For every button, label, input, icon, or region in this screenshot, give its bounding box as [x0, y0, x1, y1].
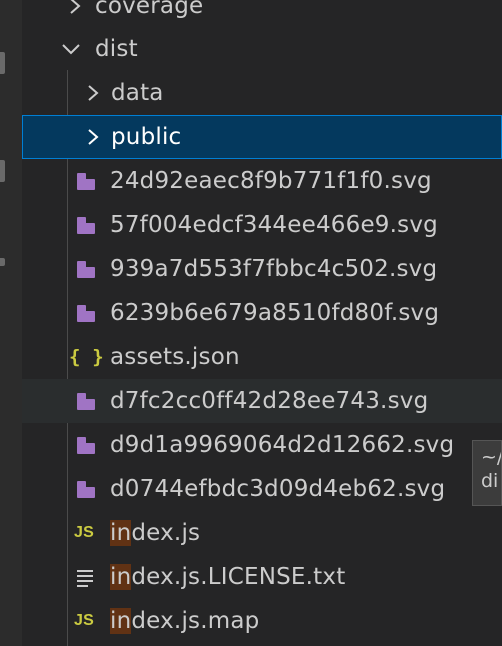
tree-item-file[interactable]: d7fc2cc0ff42d28ee743.svg: [22, 379, 502, 423]
tree-item-label: 939a7d553f7fbbc4c502.svg: [110, 256, 438, 282]
activity-indicator: [0, 160, 5, 182]
tree-item-coverage[interactable]: coverage: [22, 0, 502, 28]
tree-item-file[interactable]: index.js.LICENSE.txt: [22, 555, 502, 599]
chevron-right-icon: [82, 126, 104, 148]
chevron-right-icon: [82, 82, 104, 104]
tree-item-label: d7fc2cc0ff42d28ee743.svg: [110, 388, 429, 414]
svg-file-icon: [69, 301, 99, 325]
tree-item-label: data: [111, 80, 164, 106]
tree-item-label: d9d1a9969064d2d12662.svg: [110, 432, 455, 458]
label-rest: dex.js.LICENSE.txt: [131, 564, 346, 590]
search-match-highlight: in: [110, 608, 132, 634]
svg-file-icon: [69, 389, 99, 413]
chevron-right-icon: [64, 0, 86, 17]
svg-file-icon: [69, 169, 99, 193]
explorer-tree: coverage dist data public 24d92eaec8f9b7…: [22, 0, 502, 646]
svg-file-icon: [69, 257, 99, 281]
hover-tooltip: ~/ di: [472, 440, 502, 506]
js-file-icon: JS: [74, 612, 94, 629]
tree-item-file[interactable]: 24d92eaec8f9b771f1f0.svg: [22, 159, 502, 203]
tree-item-file[interactable]: 939a7d553f7fbbc4c502.svg: [22, 247, 502, 291]
tree-item-file[interactable]: 57f004edcf344ee466e9.svg: [22, 203, 502, 247]
label-rest: dex.js.map: [131, 608, 260, 634]
tree-item-file[interactable]: JS index.js: [22, 511, 502, 555]
svg-file-icon: [69, 213, 99, 237]
tree-item-file[interactable]: d9d1a9969064d2d12662.svg: [22, 423, 502, 467]
activity-indicator: [0, 258, 5, 266]
tooltip-line: ~/: [481, 446, 502, 468]
label-rest: dex.js: [131, 520, 201, 546]
tree-item-label: 6239b6e679a8510fd80f.svg: [110, 300, 440, 326]
tree-item-file[interactable]: d0744efbdc3d09d4eb62.svg: [22, 467, 502, 511]
tree-item-file[interactable]: 6239b6e679a8510fd80f.svg: [22, 291, 502, 335]
activity-indicator: [0, 52, 5, 74]
js-file-icon: JS: [74, 524, 94, 541]
search-match-highlight: in: [110, 520, 132, 546]
svg-file-icon: [69, 477, 99, 501]
tree-item-label: 24d92eaec8f9b771f1f0.svg: [110, 168, 432, 194]
svg-file-icon: [69, 433, 99, 457]
tree-item-label: index.js: [110, 520, 200, 546]
tree-item-label: index.js.map: [110, 608, 259, 634]
tree-item-label: coverage: [95, 0, 204, 19]
tree-item-label: d0744efbdc3d09d4eb62.svg: [110, 476, 446, 502]
tree-item-data[interactable]: data: [22, 71, 502, 115]
text-file-icon: [69, 565, 99, 589]
tree-item-file[interactable]: { } assets.json: [22, 335, 502, 379]
search-match-highlight: in: [110, 564, 132, 590]
tooltip-line: di: [481, 470, 499, 492]
tree-item-label: assets.json: [110, 344, 240, 370]
tree-item-file[interactable]: JS index.js.map: [22, 599, 502, 643]
tree-item-label: public: [111, 124, 182, 150]
tree-item-label: 57f004edcf344ee466e9.svg: [110, 212, 438, 238]
chevron-down-icon: [60, 38, 82, 60]
activity-bar-edge: [0, 0, 22, 646]
tree-item-public[interactable]: public: [22, 115, 502, 159]
tree-item-label: index.js.LICENSE.txt: [110, 564, 345, 590]
json-file-icon: { }: [69, 346, 104, 368]
tree-item-label: dist: [95, 36, 138, 62]
tree-item-dist[interactable]: dist: [22, 27, 502, 71]
